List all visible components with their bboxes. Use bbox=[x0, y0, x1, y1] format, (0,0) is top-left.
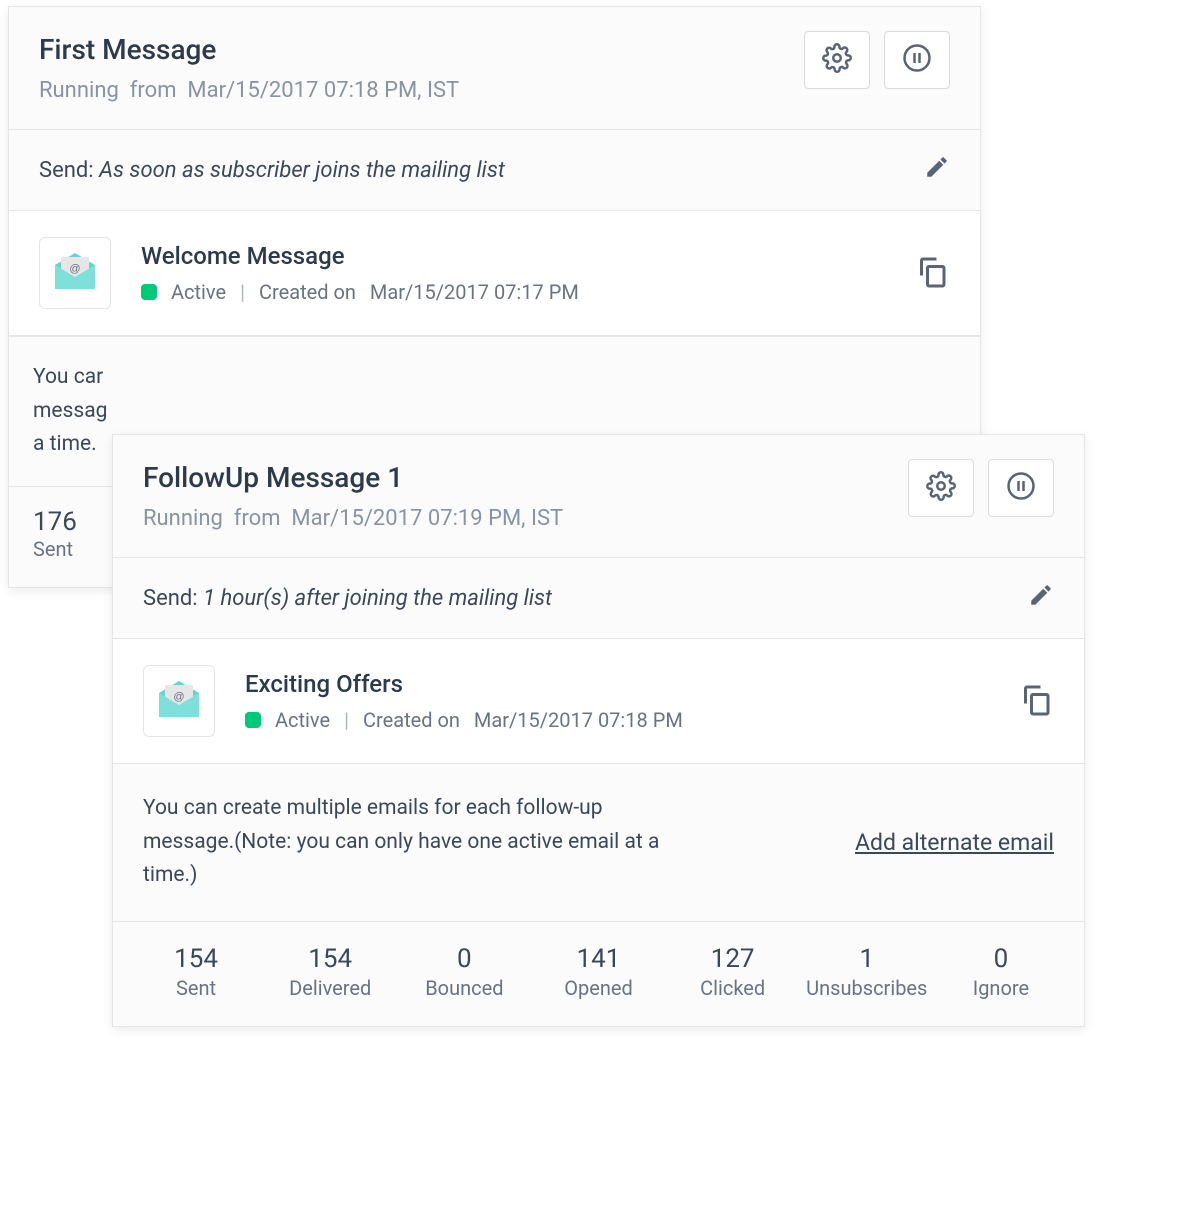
running-from-date: Mar/15/2017 07:19 PM, IST bbox=[291, 506, 563, 531]
message-row: @ Welcome Message Active | Created on Ma… bbox=[9, 211, 980, 336]
add-alternate-email-link[interactable]: Add alternate email bbox=[855, 829, 1054, 856]
meta-divider: | bbox=[344, 708, 349, 732]
message-name: Welcome Message bbox=[141, 242, 884, 270]
stat-label: Bounced bbox=[401, 976, 527, 1000]
stats-row: 154 Sent 154 Delivered 0 Bounced 141 Ope… bbox=[113, 922, 1084, 1026]
send-condition-row: Send: As soon as subscriber joins the ma… bbox=[9, 130, 980, 211]
status-dot-active bbox=[245, 712, 261, 728]
stat-clicked: 127 Clicked bbox=[670, 944, 796, 1000]
mail-icon: @ bbox=[53, 251, 97, 296]
stat-label: Delivered bbox=[267, 976, 393, 1000]
message-status: Active bbox=[171, 280, 226, 304]
copy-icon bbox=[1018, 701, 1054, 722]
note-line: messag bbox=[33, 395, 956, 429]
running-from-date: Mar/15/2017 07:18 PM, IST bbox=[187, 78, 459, 103]
stat-delivered: 154 Delivered bbox=[267, 944, 393, 1000]
stat-value: 154 bbox=[267, 944, 393, 974]
pause-button[interactable] bbox=[988, 459, 1054, 517]
send-condition-text: 1 hour(s) after joining the mailing list bbox=[203, 586, 552, 611]
from-word: from bbox=[234, 506, 281, 531]
header-actions bbox=[804, 31, 950, 89]
message-thumbnail: @ bbox=[39, 237, 111, 309]
created-date: Mar/15/2017 07:18 PM bbox=[474, 708, 683, 732]
settings-button[interactable] bbox=[908, 459, 974, 517]
campaign-card-followup-1: FollowUp Message 1 Running from Mar/15/2… bbox=[112, 434, 1085, 1027]
note-line: You car bbox=[33, 361, 956, 395]
stat-label: Clicked bbox=[670, 976, 796, 1000]
message-info: Exciting Offers Active | Created on Mar/… bbox=[245, 670, 988, 732]
note-text: You can create multiple emails for each … bbox=[143, 792, 683, 893]
copy-icon bbox=[914, 273, 950, 294]
stat-ignore: 0 Ignore bbox=[938, 944, 1064, 1000]
stat-bounced: 0 Bounced bbox=[401, 944, 527, 1000]
pause-icon bbox=[902, 43, 932, 78]
add-alternate-row: You can create multiple emails for each … bbox=[113, 764, 1084, 922]
created-date: Mar/15/2017 07:17 PM bbox=[370, 280, 579, 304]
gear-icon bbox=[926, 471, 956, 506]
send-label: Send: bbox=[143, 586, 198, 611]
stat-value: 1 bbox=[804, 944, 930, 974]
stat-value: 141 bbox=[535, 944, 661, 974]
meta-divider: | bbox=[240, 280, 245, 304]
stat-opened: 141 Opened bbox=[535, 944, 661, 1000]
message-info: Welcome Message Active | Created on Mar/… bbox=[141, 242, 884, 304]
status-word: Running bbox=[143, 506, 223, 531]
pencil-icon bbox=[924, 161, 950, 186]
settings-button[interactable] bbox=[804, 31, 870, 89]
stat-value: 154 bbox=[133, 944, 259, 974]
svg-text:@: @ bbox=[173, 691, 184, 703]
mail-icon: @ bbox=[157, 679, 201, 724]
stat-label: Unsubscribes bbox=[804, 976, 930, 1000]
duplicate-button[interactable] bbox=[914, 253, 950, 294]
message-row: @ Exciting Offers Active | Created on Ma… bbox=[113, 639, 1084, 764]
pause-icon bbox=[1006, 471, 1036, 506]
svg-text:@: @ bbox=[69, 263, 80, 275]
edit-send-button[interactable] bbox=[924, 154, 950, 186]
stat-label: Ignore bbox=[938, 976, 1064, 1000]
message-meta: Active | Created on Mar/15/2017 07:17 PM bbox=[141, 280, 884, 304]
stat-unsubscribes: 1 Unsubscribes bbox=[804, 944, 930, 1000]
status-dot-active bbox=[141, 284, 157, 300]
pencil-icon bbox=[1028, 589, 1054, 614]
from-word: from bbox=[130, 78, 177, 103]
card-header: First Message Running from Mar/15/2017 0… bbox=[9, 7, 980, 130]
stat-label: Opened bbox=[535, 976, 661, 1000]
card-header: FollowUp Message 1 Running from Mar/15/2… bbox=[113, 435, 1084, 558]
send-label: Send: bbox=[39, 158, 94, 183]
status-word: Running bbox=[39, 78, 119, 103]
created-label: Created on bbox=[363, 708, 460, 732]
send-condition-row: Send: 1 hour(s) after joining the mailin… bbox=[113, 558, 1084, 639]
message-thumbnail: @ bbox=[143, 665, 215, 737]
stat-value: 127 bbox=[670, 944, 796, 974]
created-label: Created on bbox=[259, 280, 356, 304]
edit-send-button[interactable] bbox=[1028, 582, 1054, 614]
message-name: Exciting Offers bbox=[245, 670, 988, 698]
stat-value: 0 bbox=[938, 944, 1064, 974]
pause-button[interactable] bbox=[884, 31, 950, 89]
stat-label: Sent bbox=[133, 976, 259, 1000]
message-status: Active bbox=[275, 708, 330, 732]
send-condition-text: As soon as subscriber joins the mailing … bbox=[99, 158, 505, 183]
message-meta: Active | Created on Mar/15/2017 07:18 PM bbox=[245, 708, 988, 732]
duplicate-button[interactable] bbox=[1018, 681, 1054, 722]
stat-value: 0 bbox=[401, 944, 527, 974]
gear-icon bbox=[822, 43, 852, 78]
header-actions bbox=[908, 459, 1054, 517]
stat-sent: 154 Sent bbox=[133, 944, 259, 1000]
